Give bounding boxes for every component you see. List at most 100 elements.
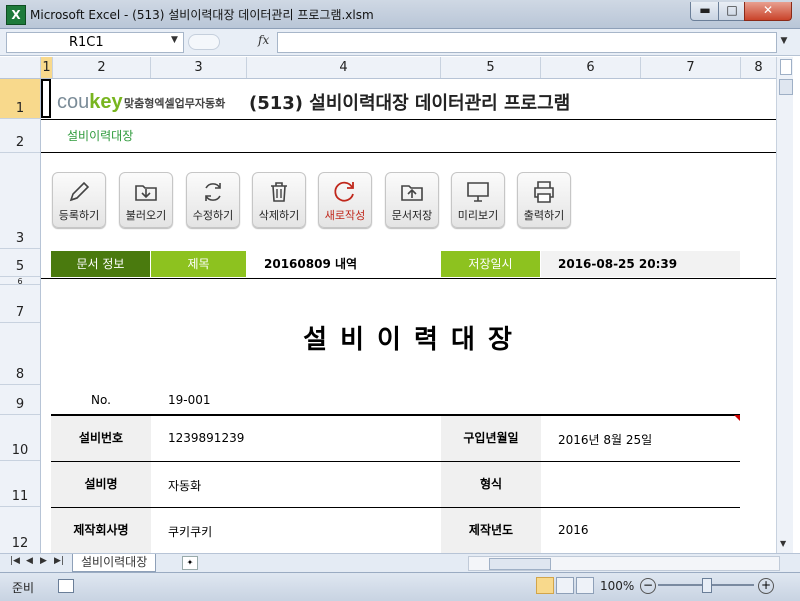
new-document-label: 새로작성: [324, 209, 366, 222]
vertical-scrollbar[interactable]: ▼: [776, 57, 793, 553]
column-header-7[interactable]: 7: [641, 57, 741, 78]
name-box[interactable]: R1C1 ▼: [6, 32, 184, 53]
horizontal-scrollbar[interactable]: [468, 556, 780, 571]
load-button[interactable]: 불러오기: [119, 172, 173, 228]
no-value[interactable]: 19-001: [168, 393, 211, 407]
row-header-10[interactable]: 10: [0, 415, 40, 461]
page-break-view-icon[interactable]: [576, 577, 594, 594]
info-divider: [41, 278, 776, 279]
printer-icon: [534, 181, 554, 203]
row-header-9[interactable]: 9: [0, 385, 40, 415]
row-divider: [51, 507, 740, 508]
equip-name-label: 설비명: [51, 462, 151, 507]
first-sheet-icon[interactable]: |◀: [10, 556, 20, 566]
column-header-6[interactable]: 6: [541, 57, 641, 78]
equip-no-label: 설비번호: [51, 416, 151, 461]
expand-formula-icon[interactable]: ▼: [777, 32, 791, 51]
row-header-7[interactable]: 7: [0, 285, 40, 323]
folder-upload-icon: [401, 185, 423, 201]
excel-app-icon[interactable]: X: [6, 5, 26, 25]
row-header-3[interactable]: 3: [0, 153, 40, 249]
print-button[interactable]: 출력하기: [517, 172, 571, 228]
active-cell[interactable]: [41, 79, 51, 118]
row-header-8[interactable]: 8: [0, 323, 40, 385]
column-header-1[interactable]: 1: [41, 57, 53, 78]
zoom-in-icon[interactable]: +: [758, 578, 774, 594]
status-ready: 준비: [12, 581, 35, 595]
register-button[interactable]: 등록하기: [52, 172, 106, 228]
status-bar: 준비 100% − +: [0, 572, 800, 601]
zoom-level[interactable]: 100%: [600, 579, 634, 593]
formula-controls: fx: [186, 32, 276, 51]
row-header-5[interactable]: 5: [0, 249, 40, 277]
resize-grip-icon[interactable]: [188, 34, 220, 50]
zoom-slider-thumb[interactable]: [702, 578, 712, 593]
worksheet-grid[interactable]: coukey 맞춤형엑셀업무자동화 (513) 설비이력대장 데이터관리 프로그…: [41, 79, 776, 553]
logo-tagline: 맞춤형엑셀업무자동화: [124, 97, 226, 110]
prev-sheet-icon[interactable]: ◀: [26, 556, 33, 566]
maker-value[interactable]: 쿠키쿠키: [168, 523, 212, 540]
edit-button[interactable]: 수정하기: [186, 172, 240, 228]
row-header-6[interactable]: 6: [0, 277, 40, 286]
vertical-scroll-thumb[interactable]: [779, 79, 793, 95]
minimize-button[interactable]: ▬: [690, 2, 720, 21]
row-header-2[interactable]: 2: [0, 119, 40, 153]
preview-label: 미리보기: [457, 209, 499, 222]
coukey-logo: coukey: [57, 91, 123, 113]
column-header-8[interactable]: 8: [741, 57, 776, 78]
subtitle-divider: [41, 152, 776, 153]
column-header-4[interactable]: 4: [247, 57, 441, 78]
save-document-label: 문서저장: [391, 209, 433, 222]
minimize-icon: ▬: [699, 3, 711, 17]
edit-label: 수정하기: [192, 209, 234, 222]
title-divider: [41, 119, 776, 120]
maker-label: 제작회사명: [51, 508, 151, 553]
normal-view-icon[interactable]: [536, 577, 554, 594]
purchase-date-value[interactable]: 2016년 8월 25일: [558, 431, 652, 448]
preview-button[interactable]: 미리보기: [451, 172, 505, 228]
formula-input[interactable]: [277, 32, 777, 53]
new-document-button[interactable]: 새로작성: [318, 172, 372, 228]
next-sheet-icon[interactable]: ▶: [40, 556, 47, 566]
close-button[interactable]: ✕: [744, 2, 792, 21]
delete-button[interactable]: 삭제하기: [252, 172, 306, 228]
equip-name-value[interactable]: 자동화: [168, 477, 201, 494]
manufacture-year-label: 제작년도: [441, 508, 541, 553]
insert-sheet-icon[interactable]: ✦: [182, 556, 198, 570]
row-header-1[interactable]: 1: [0, 79, 40, 119]
maximize-button[interactable]: □: [718, 2, 746, 21]
comment-indicator-icon: [734, 415, 740, 421]
sheet-tab-active[interactable]: 설비이력대장: [72, 554, 157, 572]
row-divider: [51, 461, 740, 462]
insert-function-icon[interactable]: fx: [258, 33, 269, 47]
column-header-2[interactable]: 2: [53, 57, 151, 78]
page-layout-view-icon[interactable]: [556, 577, 574, 594]
horizontal-scroll-thumb[interactable]: [489, 558, 551, 570]
column-header-3[interactable]: 3: [151, 57, 247, 78]
column-header-5[interactable]: 5: [441, 57, 541, 78]
refresh-icon: [205, 183, 221, 201]
row-header-12[interactable]: 12: [0, 507, 40, 553]
doc-title-label: 제목: [151, 251, 246, 277]
doc-title-value[interactable]: 20160809 내역: [247, 251, 440, 277]
macro-record-icon[interactable]: [58, 579, 74, 593]
window-title: Microsoft Excel - (513) 설비이력대장 데이터관리 프로그…: [30, 8, 374, 22]
manufacture-year-value[interactable]: 2016: [558, 523, 589, 537]
zoom-out-icon[interactable]: −: [640, 578, 656, 594]
save-document-button[interactable]: 문서저장: [385, 172, 439, 228]
doc-info-section-label: 문서 정보: [51, 251, 150, 277]
split-handle-icon[interactable]: [780, 59, 792, 75]
print-label: 출력하기: [523, 209, 565, 222]
last-sheet-icon[interactable]: ▶|: [54, 556, 64, 566]
saved-at-value[interactable]: 2016-08-25 20:39: [541, 251, 740, 277]
scroll-down-icon[interactable]: ▼: [780, 539, 786, 548]
row-header-11[interactable]: 11: [0, 461, 40, 507]
program-title: (513) 설비이력대장 데이터관리 프로그램: [249, 93, 571, 114]
equip-no-value[interactable]: 1239891239: [168, 431, 244, 445]
monitor-icon: [467, 182, 489, 202]
register-label: 등록하기: [58, 209, 100, 222]
folder-download-icon: [135, 185, 157, 201]
pencil-icon: [69, 181, 90, 202]
select-all-corner[interactable]: [0, 57, 41, 78]
chevron-down-icon[interactable]: ▼: [171, 35, 178, 45]
